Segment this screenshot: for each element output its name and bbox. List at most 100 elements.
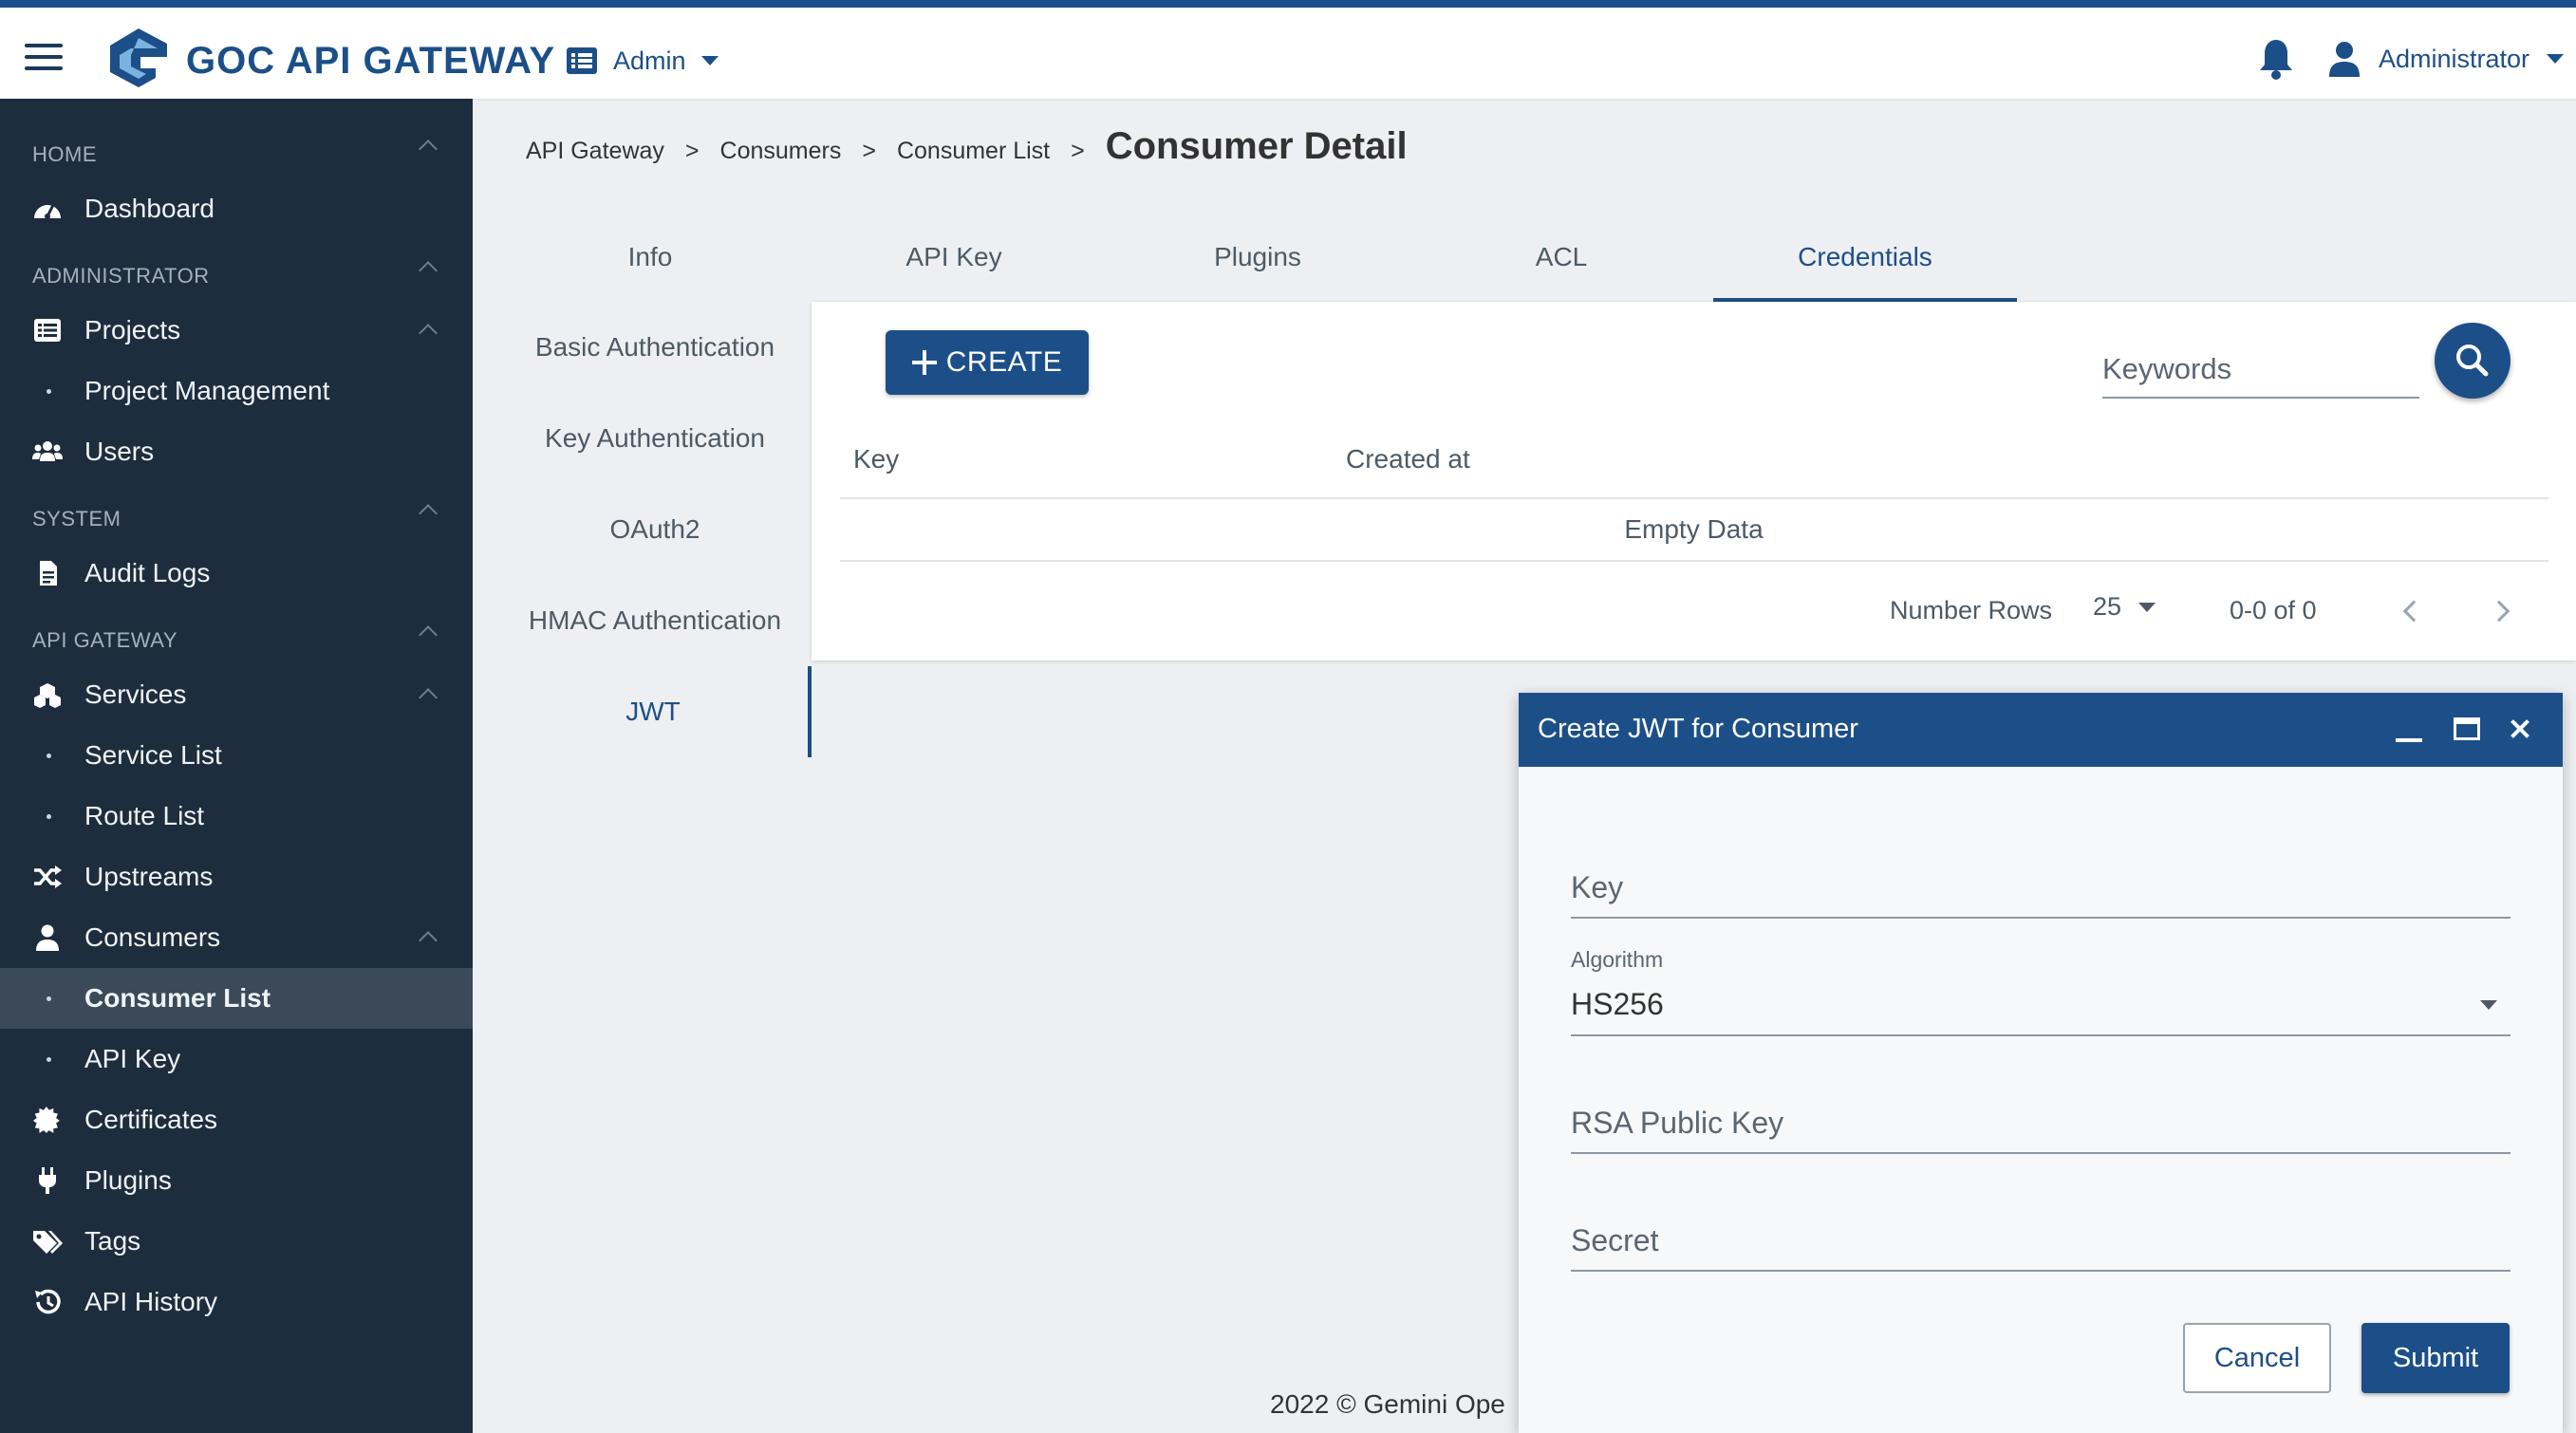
- create-button[interactable]: CREATE: [886, 330, 1089, 395]
- plus-icon: [911, 350, 937, 375]
- chevron-right-icon[interactable]: [2488, 600, 2511, 623]
- table-divider: [840, 497, 2548, 499]
- vtab-hmac-authentication[interactable]: HMAC Authentication: [498, 575, 812, 666]
- services-icon: [34, 683, 61, 708]
- sidebar-item-plugins[interactable]: Plugins: [0, 1150, 473, 1211]
- cancel-button[interactable]: Cancel: [2183, 1323, 2331, 1393]
- breadcrumb: API Gateway > Consumers > Consumer List …: [526, 125, 1408, 168]
- chevron-up-icon[interactable]: [419, 504, 438, 523]
- rows-per-page-select[interactable]: 25: [2093, 592, 2156, 622]
- user-icon: [36, 924, 59, 951]
- sidebar-item-api-history[interactable]: API History: [0, 1272, 473, 1332]
- sidebar-item-users[interactable]: Users: [0, 421, 473, 482]
- sidebar-item-dashboard[interactable]: Dashboard: [0, 178, 473, 239]
- key-field[interactable]: [1571, 858, 2511, 919]
- breadcrumb-item-consumer-list[interactable]: Consumer List: [897, 138, 1050, 165]
- minimize-icon[interactable]: [2396, 738, 2422, 742]
- chevron-up-icon[interactable]: [419, 140, 438, 158]
- sidebar-item-services[interactable]: Services: [0, 664, 473, 725]
- sidebar-item-label: Consumers: [84, 922, 221, 952]
- empty-data-text: Empty Data: [1624, 514, 1764, 544]
- dashboard-icon: [34, 204, 61, 219]
- sidebar-item-consumer-list[interactable]: Consumer List: [0, 968, 473, 1029]
- sidebar-item-consumers[interactable]: Consumers: [0, 907, 473, 968]
- sidebar-item-label: Dashboard: [84, 194, 215, 223]
- rows-per-page-label: Number Rows: [1890, 596, 2053, 624]
- sidebar-item-label: Users: [84, 437, 155, 466]
- bullet-icon: [47, 1057, 51, 1062]
- vtab-basic-authentication[interactable]: Basic Authentication: [498, 302, 812, 393]
- sidebar-item-label: API Key: [84, 1044, 181, 1073]
- sidebar-item-label: Audit Logs: [84, 558, 211, 587]
- vtab-jwt[interactable]: JWT: [498, 666, 812, 757]
- submit-button[interactable]: Submit: [2361, 1323, 2510, 1393]
- dialog-header[interactable]: Create JWT for Consumer: [1519, 693, 2563, 767]
- rsa-public-key-field[interactable]: [1571, 1093, 2511, 1154]
- vtab-oauth2[interactable]: OAuth2: [498, 484, 812, 575]
- pagination-range: 0-0 of 0: [2230, 596, 2317, 624]
- shuffle-icon: [34, 865, 62, 888]
- sidebar-item-tags[interactable]: Tags: [0, 1211, 473, 1272]
- sidebar-item-label: API History: [84, 1287, 218, 1316]
- bullet-icon: [47, 389, 51, 394]
- chevron-up-icon[interactable]: [419, 261, 438, 280]
- logo-icon: [110, 28, 167, 87]
- tab-credentials[interactable]: Credentials: [1713, 228, 2017, 302]
- tab-plugins[interactable]: Plugins: [1106, 228, 1409, 302]
- breadcrumb-item-consumers[interactable]: Consumers: [720, 138, 842, 165]
- tab-api-key[interactable]: API Key: [802, 228, 1106, 302]
- tab-acl[interactable]: ACL: [1409, 228, 1713, 302]
- sidebar-section-system: SYSTEM: [32, 507, 121, 530]
- sidebar-item-projects[interactable]: Projects: [0, 300, 473, 361]
- column-header-key[interactable]: Key: [853, 444, 899, 475]
- chevron-left-icon[interactable]: [2402, 600, 2425, 623]
- menu-icon[interactable]: [25, 44, 63, 72]
- sidebar-section-administrator: ADMINISTRATOR: [32, 264, 210, 288]
- admin-menu-label: Admin: [613, 46, 686, 75]
- sidebar-item-label: Project Management: [84, 376, 330, 405]
- sidebar-item-upstreams[interactable]: Upstreams: [0, 847, 473, 907]
- keywords-input[interactable]: [2102, 342, 2419, 399]
- rows-per-page-value: 25: [2093, 592, 2122, 621]
- sidebar-item-label: Service List: [84, 740, 222, 770]
- algorithm-value: HS256: [1571, 987, 1664, 1021]
- bell-icon[interactable]: [2257, 36, 2295, 82]
- search-button[interactable]: [2435, 323, 2511, 399]
- sidebar-item-label: Upstreams: [84, 862, 214, 891]
- sidebar-item-project-management[interactable]: Project Management: [0, 361, 473, 421]
- footer-copyright: 2022 © Gemini Ope: [1270, 1389, 1505, 1419]
- sidebar-item-audit-logs[interactable]: Audit Logs: [0, 543, 473, 604]
- sidebar-section-home: HOME: [32, 142, 97, 166]
- bullet-icon: [47, 814, 51, 819]
- chevron-up-icon: [419, 688, 438, 707]
- sidebar-item-label: Consumer List: [84, 983, 271, 1013]
- vtab-key-authentication[interactable]: Key Authentication: [498, 393, 812, 484]
- secret-field[interactable]: [1571, 1211, 2511, 1272]
- detail-tabs: Info API Key Plugins ACL Credentials: [498, 228, 2017, 302]
- sidebar-item-label: Certificates: [84, 1105, 218, 1134]
- user-menu[interactable]: Administrator: [2327, 38, 2565, 80]
- sidebar-item-route-list[interactable]: Route List: [0, 786, 473, 847]
- sidebar-item-label: Projects: [84, 315, 181, 344]
- bullet-icon: [47, 996, 51, 1001]
- caret-down-icon: [2480, 1000, 2497, 1010]
- sidebar-item-service-list[interactable]: Service List: [0, 725, 473, 786]
- file-icon: [40, 561, 57, 586]
- caret-down-icon: [2138, 602, 2156, 612]
- top-bar: GOC API GATEWAY Admin Administrator: [0, 0, 2576, 99]
- chevron-up-icon: [419, 324, 438, 343]
- chevron-up-icon[interactable]: [419, 625, 438, 644]
- certificate-icon: [32, 1107, 60, 1133]
- breadcrumb-item-api-gateway[interactable]: API Gateway: [526, 138, 664, 165]
- sidebar-section-api-gateway: API GATEWAY: [32, 628, 178, 652]
- maximize-icon[interactable]: [2454, 717, 2480, 740]
- sidebar-item-certificates[interactable]: Certificates: [0, 1089, 473, 1150]
- algorithm-select[interactable]: HS256: [1571, 976, 2511, 1036]
- tags-icon: [33, 1231, 63, 1254]
- admin-menu[interactable]: Admin: [566, 42, 719, 80]
- sidebar-item-api-key[interactable]: API Key: [0, 1029, 473, 1089]
- breadcrumb-separator: >: [684, 138, 700, 164]
- close-icon[interactable]: [2506, 716, 2534, 744]
- tab-info[interactable]: Info: [498, 228, 802, 302]
- column-header-created-at[interactable]: Created at: [1346, 444, 1470, 475]
